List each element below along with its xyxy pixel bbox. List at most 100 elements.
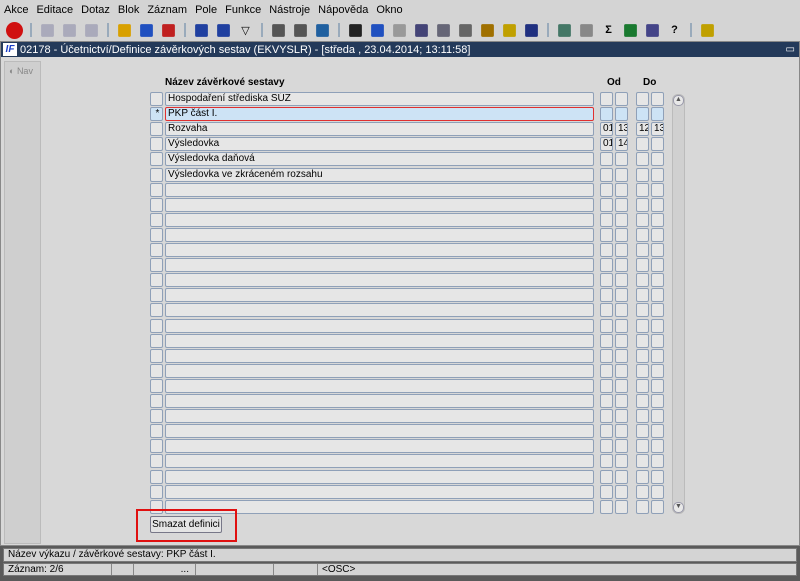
row-marker[interactable] [150,333,163,348]
from-period-field[interactable] [600,424,613,439]
from-period-field[interactable] [600,363,613,378]
menu-7[interactable]: Nástroje [269,4,310,16]
row-marker[interactable] [150,258,163,273]
name-field[interactable] [165,182,594,197]
to-period-field[interactable] [636,348,649,363]
to-period-field[interactable] [636,258,649,273]
row-marker[interactable] [150,167,163,182]
to-period-field[interactable] [636,363,649,378]
from-period-field[interactable] [600,469,613,484]
name-field[interactable] [165,363,594,378]
row-marker[interactable] [150,318,163,333]
to-year-field[interactable] [651,499,664,514]
row-marker[interactable] [150,303,163,318]
row-marker[interactable] [150,288,163,303]
row-marker[interactable] [150,363,163,378]
to-year-field[interactable] [651,182,664,197]
to-year-field[interactable] [651,439,664,454]
menu-9[interactable]: Okno [376,4,402,16]
name-field[interactable] [165,243,594,257]
from-year-field[interactable] [615,227,628,242]
name-field[interactable]: Rozvaha [165,122,594,137]
row-marker[interactable] [150,197,163,212]
list-icon[interactable] [437,23,450,37]
from-year-field[interactable] [615,499,628,514]
to-year-field[interactable] [651,303,664,318]
to-period-field[interactable] [636,152,649,167]
to-year-field[interactable] [651,258,664,273]
sum-icon[interactable]: Σ [600,22,617,39]
to-year-field[interactable] [651,107,664,122]
from-period-field[interactable] [600,439,613,454]
to-period-field[interactable] [636,499,649,514]
row-marker[interactable] [150,394,163,408]
to-period-field[interactable] [636,469,649,484]
name-field[interactable] [165,394,594,408]
to-year-field[interactable] [651,348,664,363]
name-field[interactable] [165,348,594,363]
to-year-field[interactable] [651,167,664,182]
scroll-down-icon[interactable]: ▼ [673,502,684,513]
from-year-field[interactable] [615,92,628,106]
filter-icon[interactable]: ▽ [237,22,254,39]
context-help-icon[interactable] [701,23,714,37]
to-period-field[interactable] [636,273,649,288]
from-period-field[interactable] [600,378,613,393]
printer-icon[interactable] [272,23,285,37]
row-marker[interactable] [150,212,163,227]
name-field[interactable]: Hospodaření střediska SÚZ [165,92,594,106]
to-period-field[interactable] [636,333,649,348]
from-period-field[interactable]: 01 [600,122,613,137]
name-field[interactable] [165,212,594,227]
row-marker[interactable] [150,424,163,439]
name-field[interactable] [165,409,594,424]
name-field[interactable]: Výsledovka daňová [165,152,594,167]
from-period-field[interactable] [600,333,613,348]
exit-icon[interactable] [6,21,23,39]
name-field[interactable] [165,318,594,333]
row-marker[interactable] [150,92,163,106]
menu-2[interactable]: Dotaz [81,4,110,16]
from-year-field[interactable] [615,378,628,393]
to-year-field[interactable] [651,243,664,257]
to-period-field[interactable] [636,137,649,152]
from-year-field[interactable] [615,167,628,182]
report-icon[interactable] [558,23,571,37]
menu-6[interactable]: Funkce [225,4,261,16]
to-year-field[interactable] [651,318,664,333]
to-year-field[interactable] [651,227,664,242]
from-period-field[interactable] [600,499,613,514]
to-year-field[interactable] [651,454,664,469]
to-period-field[interactable] [636,484,649,499]
from-period-field[interactable] [600,303,613,318]
to-period-field[interactable]: 12 [636,122,649,137]
from-year-field[interactable] [615,258,628,273]
row-marker[interactable] [150,152,163,167]
name-field[interactable] [165,439,594,454]
to-year-field[interactable] [651,273,664,288]
from-year-field[interactable] [615,182,628,197]
paste-icon[interactable] [393,23,406,37]
to-year-field[interactable] [651,92,664,106]
settings-icon[interactable] [459,23,472,37]
from-year-field[interactable] [615,197,628,212]
from-year-field[interactable] [615,454,628,469]
row-marker[interactable] [150,348,163,363]
name-field[interactable] [165,288,594,303]
to-year-field[interactable] [651,288,664,303]
to-period-field[interactable] [636,394,649,408]
from-year-field[interactable] [615,333,628,348]
from-year-field[interactable] [615,303,628,318]
row-marker[interactable] [150,484,163,499]
to-year-field[interactable] [651,333,664,348]
from-year-field[interactable] [615,288,628,303]
from-year-field[interactable] [615,348,628,363]
from-year-field[interactable] [615,439,628,454]
fax-icon[interactable] [294,23,307,37]
to-year-field[interactable]: 13 [651,122,664,137]
to-year-field[interactable] [651,212,664,227]
from-period-field[interactable] [600,484,613,499]
row-marker[interactable] [150,469,163,484]
from-period-field[interactable]: 01 [600,137,613,152]
row-marker[interactable] [150,122,163,137]
